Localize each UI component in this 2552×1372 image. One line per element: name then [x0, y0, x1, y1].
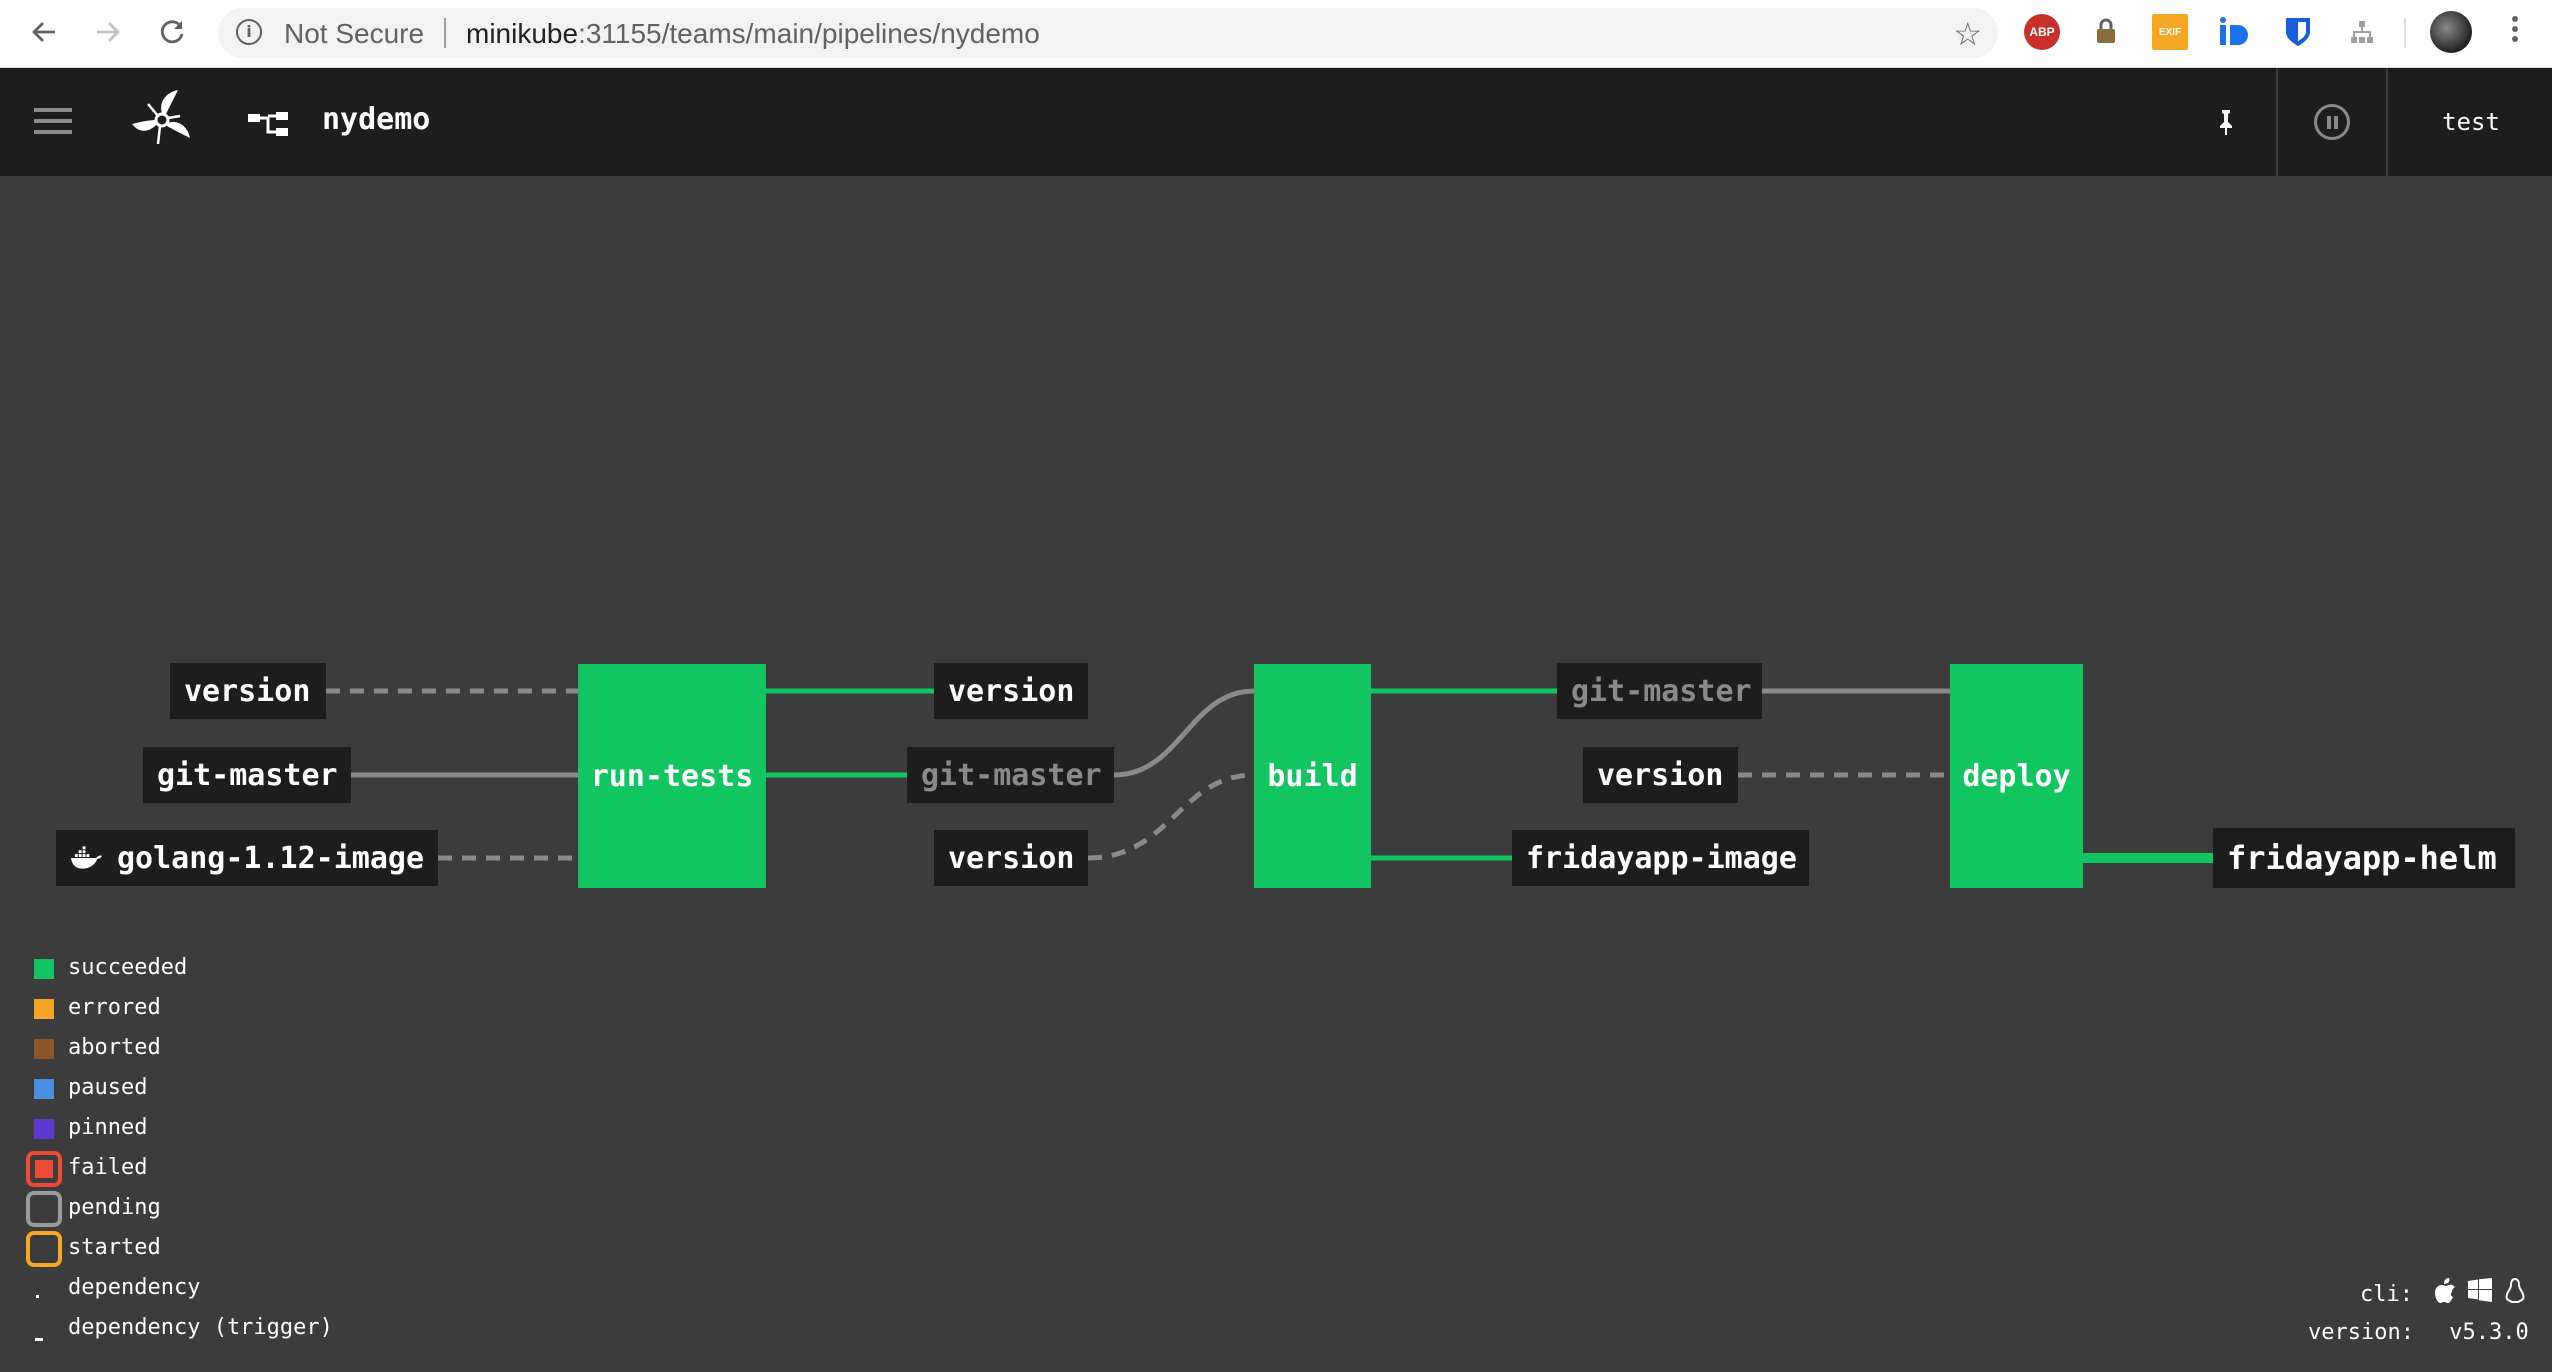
resource-label: version [184, 673, 311, 709]
started-swatch [26, 1231, 62, 1267]
resource-git-master[interactable]: git-master [143, 747, 351, 803]
resource-version[interactable]: version [934, 663, 1088, 719]
resource-label: fridayapp-image [1526, 840, 1797, 876]
bookmark-star-icon[interactable]: ☆ [1953, 15, 1982, 53]
job-label: run-tests [590, 758, 754, 794]
id-extension-icon[interactable] [2216, 14, 2252, 50]
toolbar-divider [2404, 18, 2406, 48]
legend-label: paused [68, 1075, 148, 1100]
resource-fridayapp-helm[interactable]: fridayapp-helm [2213, 828, 2515, 888]
windows-icon[interactable] [2468, 1278, 2492, 1302]
job-build[interactable]: build [1254, 664, 1371, 888]
legend-label: started [68, 1235, 161, 1260]
exif-extension-icon[interactable]: EXIF [2152, 14, 2188, 50]
url-host: minikube [466, 18, 579, 49]
pending-swatch [26, 1191, 62, 1227]
job-label: build [1267, 758, 1358, 794]
linux-icon[interactable] [2504, 1278, 2526, 1304]
failed-swatch [26, 1151, 62, 1187]
app-top-bar: nydemo test [0, 68, 2552, 176]
resource-version[interactable]: version [1583, 747, 1738, 803]
address-bar[interactable]: i Not Secure minikube:31155/teams/main/p… [218, 8, 1998, 58]
info-icon[interactable]: i [236, 19, 262, 45]
pipeline-name[interactable]: nydemo [322, 102, 430, 137]
resource-label: version [948, 673, 1075, 709]
resource-label: version [948, 840, 1075, 876]
version-value: v5.3.0 [2449, 1320, 2529, 1345]
pin-icon[interactable] [2176, 68, 2276, 176]
resource-label: version [1597, 757, 1724, 793]
pinned-swatch [34, 1119, 54, 1139]
errored-swatch [34, 999, 54, 1019]
edge-git-master-build [1113, 688, 1255, 778]
legend-label: succeeded [68, 955, 188, 980]
legend-label: pending [68, 1195, 161, 1220]
legend-label: dependency (trigger) [68, 1315, 333, 1340]
concourse-logo-icon[interactable] [128, 86, 196, 154]
legend-label: dependency [68, 1275, 201, 1300]
resource-fridayapp-image[interactable]: fridayapp-image [1512, 830, 1809, 886]
password-manager-icon[interactable] [2280, 14, 2316, 50]
resource-label: fridayapp-helm [2227, 839, 2497, 877]
forward-icon[interactable] [88, 12, 128, 52]
resource-version[interactable]: version [170, 663, 326, 719]
reload-icon[interactable] [152, 12, 192, 52]
legend-label: pinned [68, 1115, 148, 1140]
sitemap-extension-icon[interactable] [2344, 14, 2380, 50]
lock-extension-icon[interactable] [2088, 14, 2124, 50]
resource-label: git-master [157, 757, 338, 793]
dependency-trigger-dash-icon [35, 1338, 43, 1341]
pause-icon [2314, 104, 2350, 140]
version-info: version: v5.3.0 [2308, 1320, 2529, 1345]
job-label: deploy [1962, 758, 2071, 794]
security-label: Not Secure [284, 18, 425, 49]
legend-label: aborted [68, 1035, 161, 1060]
apple-icon[interactable] [2432, 1278, 2456, 1304]
cli-label: cli: [2360, 1282, 2413, 1307]
resource-label: golang-1.12-image [116, 840, 424, 876]
aborted-swatch [34, 1039, 54, 1059]
user-menu[interactable]: test [2390, 68, 2552, 176]
cli-downloads [2432, 1278, 2526, 1304]
exif-label: EXIF [2158, 26, 2182, 38]
hamburger-menu-icon[interactable] [34, 108, 72, 138]
adblock-extension-icon[interactable]: ABP [2024, 14, 2060, 50]
resource-label: git-master [921, 757, 1102, 793]
resource-version[interactable]: version [934, 830, 1088, 886]
job-run-tests[interactable]: run-tests [578, 664, 766, 888]
url-text[interactable]: minikube:31155/teams/main/pipelines/nyde… [466, 18, 1040, 50]
legend-label: failed [68, 1155, 148, 1180]
resource-git-master[interactable]: git-master [907, 747, 1114, 803]
dependency-dot-icon [36, 1295, 39, 1298]
adblock-label: ABP [2029, 25, 2055, 39]
profile-avatar[interactable] [2430, 11, 2472, 53]
legend-label: errored [68, 995, 161, 1020]
back-icon[interactable] [24, 12, 64, 52]
paused-swatch [34, 1079, 54, 1099]
browser-menu-icon[interactable] [2510, 12, 2520, 52]
header-divider [2386, 68, 2388, 176]
resource-label: git-master [1571, 673, 1752, 709]
succeeded-swatch [34, 959, 54, 979]
pause-pipeline-button[interactable] [2278, 68, 2386, 176]
browser-toolbar: i Not Secure minikube:31155/teams/main/p… [0, 0, 2552, 68]
resource-golang-image[interactable]: golang-1.12-image [56, 830, 438, 886]
pipeline-icon [248, 110, 290, 138]
version-label: version: [2308, 1320, 2414, 1345]
url-path: :31155/teams/main/pipelines/nydemo [578, 18, 1040, 49]
address-divider [444, 18, 446, 48]
docker-icon [70, 846, 102, 869]
pipeline-graph: version git-master golang-1.12-image run… [0, 176, 2552, 1372]
resource-git-master[interactable]: git-master [1557, 663, 1762, 719]
job-deploy[interactable]: deploy [1950, 664, 2083, 888]
